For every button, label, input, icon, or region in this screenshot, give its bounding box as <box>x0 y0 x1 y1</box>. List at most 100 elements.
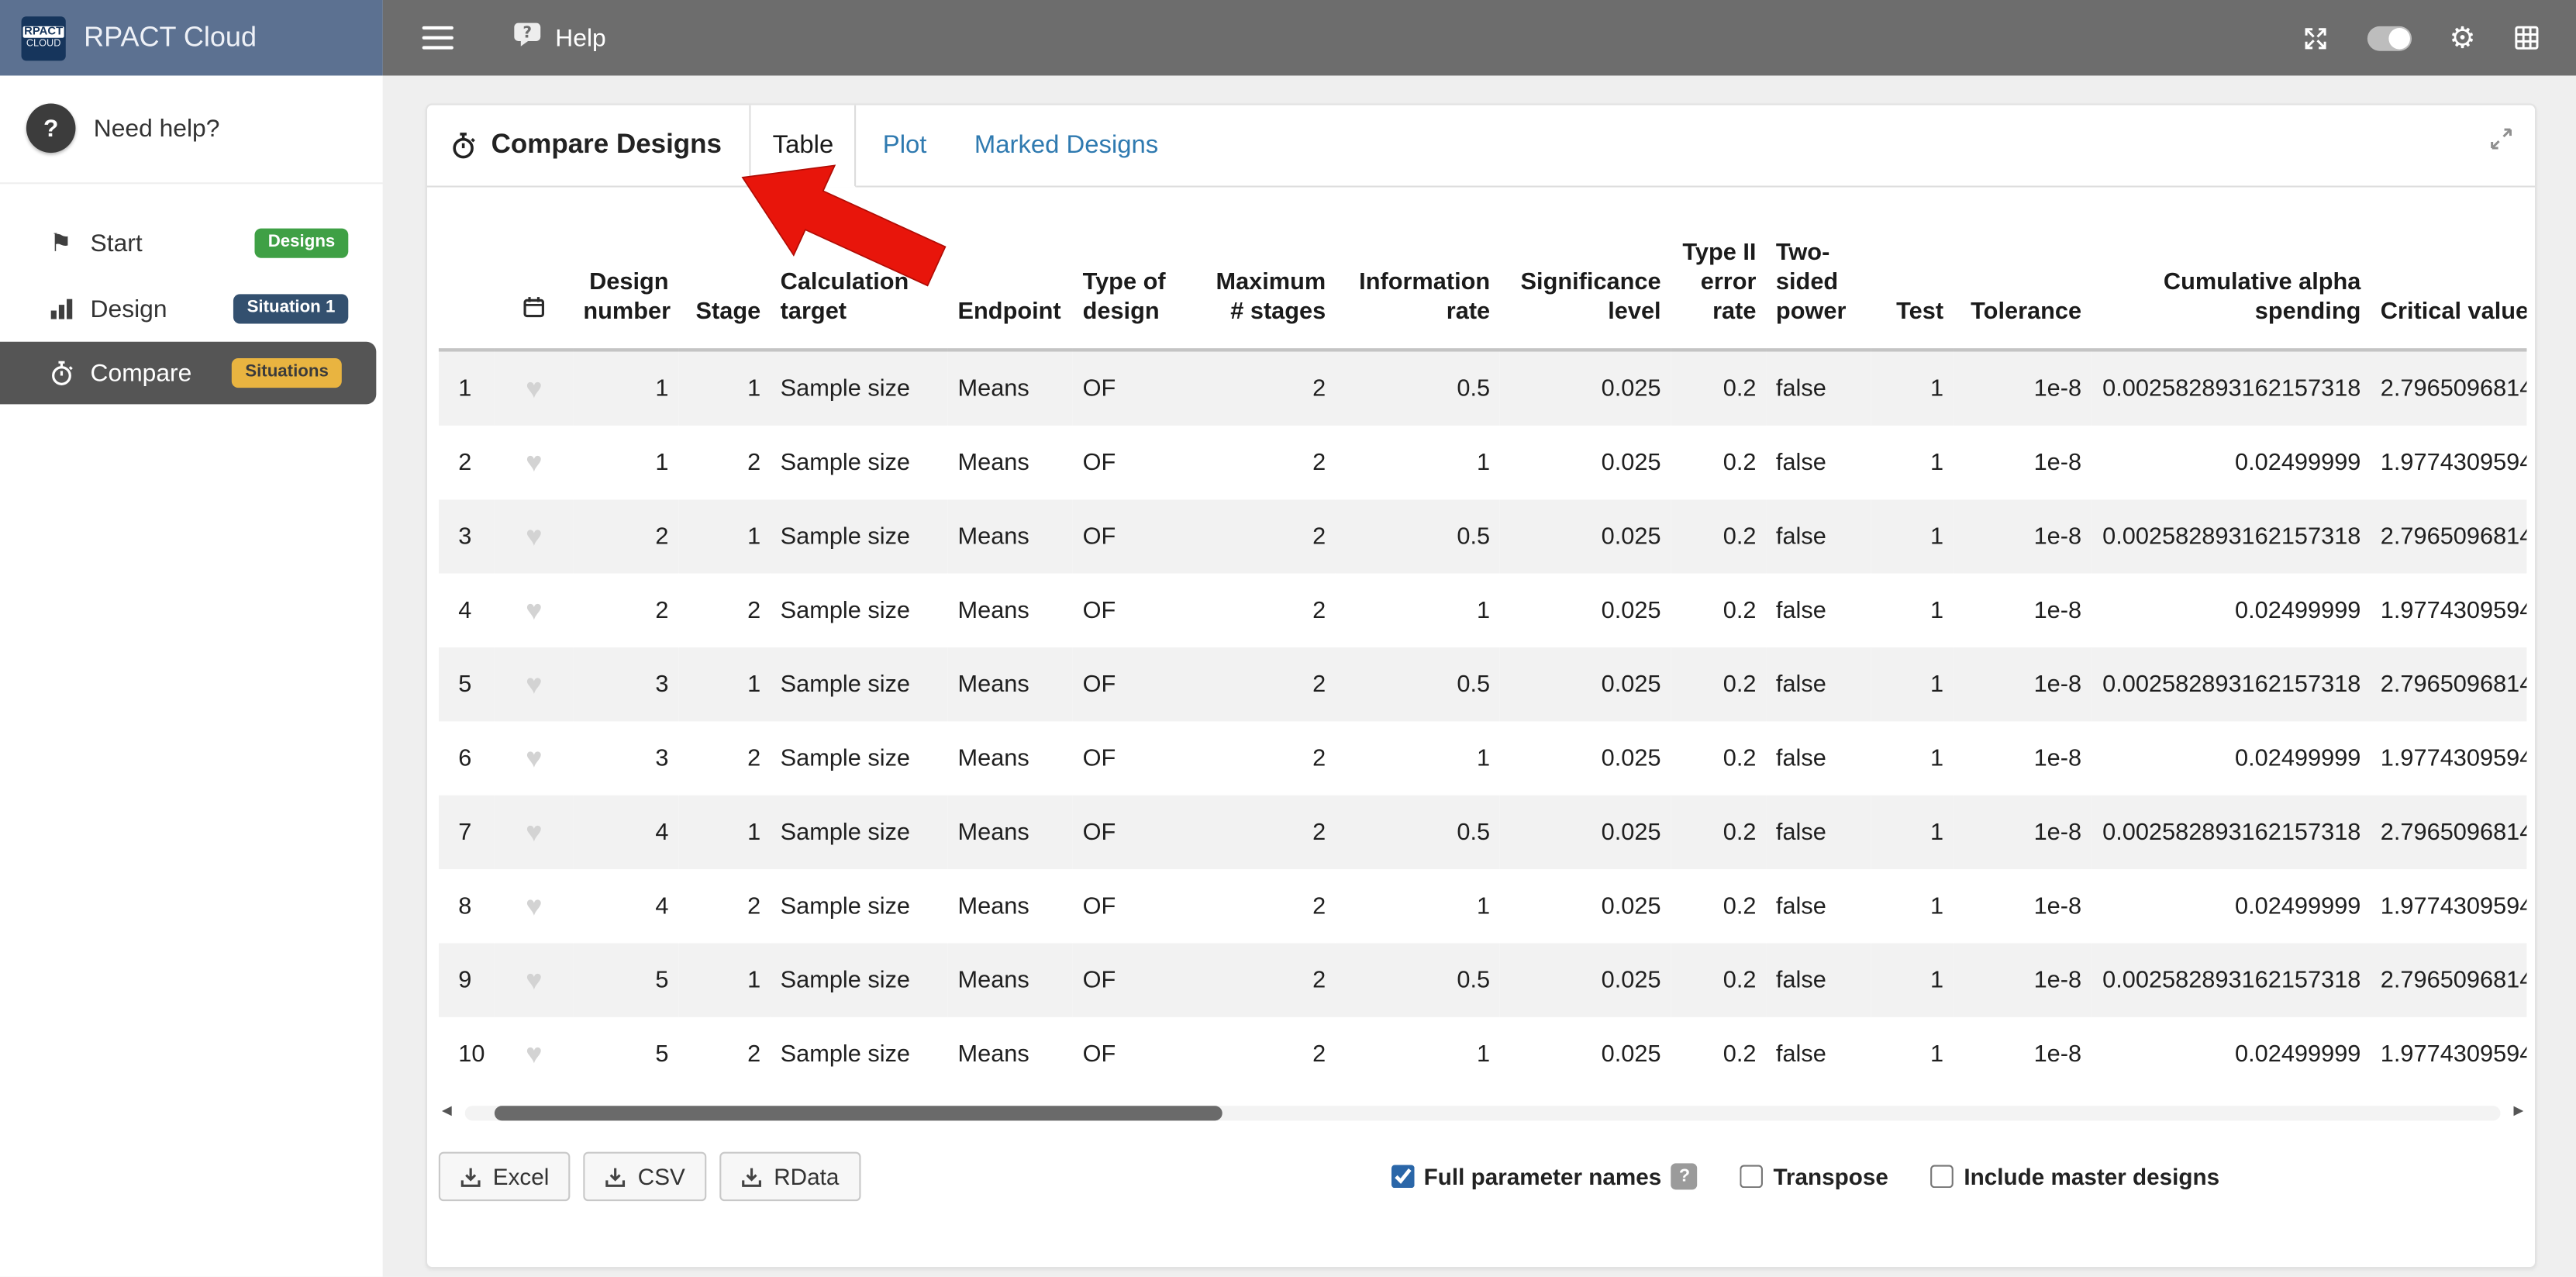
table-cell: 1e-8 <box>1954 722 2091 796</box>
column-header-cumulative-alpha-spending[interactable]: Cumulative alpha spending <box>2091 225 2371 350</box>
column-header-maximum-stages[interactable]: Maximum # stages <box>1191 225 1335 350</box>
table-cell: 0.002582893162157318 <box>2091 500 2371 574</box>
table-cell: false <box>1766 574 1871 647</box>
tab-marked-designs[interactable]: Marked Designs <box>953 105 1179 186</box>
favorite-heart-icon[interactable]: ♥ <box>526 816 542 847</box>
table-row[interactable]: 9♥51Sample sizeMeansOF20.50.0250.2false1… <box>439 944 2527 1017</box>
table-row[interactable]: 5♥31Sample sizeMeansOF20.50.0250.2false1… <box>439 648 2527 722</box>
column-header-design-number[interactable]: Design number <box>574 225 679 350</box>
need-help-item[interactable]: ? Need help? <box>0 75 383 184</box>
table-cell: 1 <box>1871 500 1954 574</box>
scrollbar-track[interactable] <box>465 1106 2501 1120</box>
column-header-significance-level[interactable]: Significance level <box>1500 225 1671 350</box>
table-cell: 1e-8 <box>1954 648 2091 722</box>
table-cell: 0.2 <box>1671 648 1766 722</box>
excel-button-label: Excel <box>493 1164 550 1190</box>
table-cell: ♥ <box>495 722 574 796</box>
favorite-heart-icon[interactable]: ♥ <box>526 890 542 921</box>
table-cell: 1e-8 <box>1954 350 2091 426</box>
column-header-calculation-target[interactable]: Calculation target <box>771 225 948 350</box>
table-cell: 0.002582893162157318 <box>2091 350 2371 426</box>
table-cell: 0.2 <box>1671 500 1766 574</box>
include-master-designs-option[interactable]: Include master designs <box>1931 1164 2219 1190</box>
include-master-designs-checkbox[interactable] <box>1931 1165 1954 1189</box>
table-cell: Means <box>948 500 1073 574</box>
favorite-heart-icon[interactable]: ♥ <box>526 743 542 774</box>
favorite-heart-icon[interactable]: ♥ <box>526 373 542 404</box>
scroll-right-icon[interactable]: ► <box>2510 1105 2526 1121</box>
table-row[interactable]: 2♥12Sample sizeMeansOF210.0250.2false11e… <box>439 426 2527 500</box>
table-cell: 2 <box>1191 350 1335 426</box>
sidebar-item-start[interactable]: ⚑ Start Designs <box>0 210 383 276</box>
table-cell: 2 <box>574 574 679 647</box>
table-cell: OF <box>1073 722 1191 796</box>
tab-table[interactable]: Table <box>750 105 857 188</box>
excel-export-button[interactable]: Excel <box>439 1152 571 1202</box>
table-row[interactable]: 3♥21Sample sizeMeansOF20.50.0250.2false1… <box>439 500 2527 574</box>
favorite-heart-icon[interactable]: ♥ <box>526 1038 542 1069</box>
table-row[interactable]: 10♥52Sample sizeMeansOF210.0250.2false11… <box>439 1018 2527 1092</box>
column-header-type-of-design[interactable]: Type of design <box>1073 225 1191 350</box>
app-title: RPACT Cloud <box>84 22 257 54</box>
option-help-icon[interactable]: ? <box>1671 1164 1698 1190</box>
table-cell: 1e-8 <box>1954 1018 2091 1092</box>
table-cell: 1 <box>1336 722 1500 796</box>
scrollbar-thumb[interactable] <box>495 1106 1222 1120</box>
table-cell: 2 <box>574 500 679 574</box>
table-cell: 5 <box>574 1018 679 1092</box>
table-row[interactable]: 7♥41Sample sizeMeansOF20.50.0250.2false1… <box>439 796 2527 870</box>
transpose-checkbox[interactable] <box>1740 1165 1764 1189</box>
full-parameter-names-option[interactable]: Full parameter names ? <box>1391 1164 1698 1190</box>
column-header-critical-value[interactable]: Critical value <box>2371 225 2526 350</box>
favorite-heart-icon[interactable]: ♥ <box>526 668 542 699</box>
row-index-cell: 2 <box>439 426 495 500</box>
table-grid-icon[interactable] <box>2513 25 2540 51</box>
sidebar-item-compare[interactable]: Compare Situations <box>0 342 376 405</box>
scroll-left-icon[interactable]: ◄ <box>439 1105 455 1121</box>
table-row[interactable]: 4♥22Sample sizeMeansOF210.0250.2false11e… <box>439 574 2527 647</box>
favorite-heart-icon[interactable]: ♥ <box>526 965 542 996</box>
table-row[interactable]: 6♥32Sample sizeMeansOF210.0250.2false11e… <box>439 722 2527 796</box>
table-cell: 0.025 <box>1500 870 1671 944</box>
hamburger-menu-icon[interactable] <box>422 19 453 56</box>
card-expand-icon[interactable] <box>2489 126 2514 153</box>
column-header-two-sided-power[interactable]: Two-sided power <box>1766 225 1871 350</box>
theme-toggle-switch[interactable] <box>2367 26 2412 50</box>
column-header-information-rate[interactable]: Information rate <box>1336 225 1500 350</box>
fullscreen-icon[interactable] <box>2302 24 2329 52</box>
table-cell: Means <box>948 426 1073 500</box>
column-header-tolerance[interactable]: Tolerance <box>1954 225 2091 350</box>
csv-export-button[interactable]: CSV <box>584 1152 707 1202</box>
table-cell: 2.79650968146 <box>2371 944 2526 1017</box>
table-cell: Means <box>948 796 1073 870</box>
table-cell: ♥ <box>495 796 574 870</box>
favorite-heart-icon[interactable]: ♥ <box>526 595 542 626</box>
rdata-export-button[interactable]: RData <box>719 1152 860 1202</box>
full-parameter-names-checkbox[interactable] <box>1391 1165 1414 1189</box>
favorite-heart-icon[interactable]: ♥ <box>526 521 542 552</box>
favorite-heart-icon[interactable]: ♥ <box>526 447 542 478</box>
settings-gear-icon[interactable]: ⚙ <box>2450 23 2476 53</box>
app-viewport: RPACT CLOUD RPACT Cloud ? Help ⚙ <box>0 0 2576 1277</box>
table-cell: 2 <box>1191 574 1335 647</box>
situations-badge: Situations <box>232 358 341 387</box>
compare-designs-card: Compare Designs Table Plot Marked Design… <box>426 104 2536 1269</box>
need-help-label: Need help? <box>94 114 220 142</box>
tab-plot[interactable]: Plot <box>861 105 948 186</box>
column-header-stage[interactable]: Stage <box>678 225 771 350</box>
column-header-test[interactable]: Test <box>1871 225 1954 350</box>
row-index-cell: 10 <box>439 1018 495 1092</box>
table-cell: 1e-8 <box>1954 796 2091 870</box>
table-cell: 0.02499999 <box>2091 722 2371 796</box>
column-header-endpoint[interactable]: Endpoint <box>948 225 1073 350</box>
table-cell: 2 <box>1191 870 1335 944</box>
favorites-column-header[interactable] <box>495 225 574 350</box>
help-menu-item[interactable]: ? Help <box>512 22 605 54</box>
transpose-option[interactable]: Transpose <box>1740 1164 1888 1190</box>
column-header-type2-error-rate[interactable]: Type II error rate <box>1671 225 1766 350</box>
table-row[interactable]: 1♥11Sample sizeMeansOF20.50.0250.2false1… <box>439 350 2527 426</box>
table-cell: ♥ <box>495 426 574 500</box>
table-row[interactable]: 8♥42Sample sizeMeansOF210.0250.2false11e… <box>439 870 2527 944</box>
designs-table-container: Design number Stage Calculation target E… <box>439 225 2527 1092</box>
sidebar-item-design[interactable]: Design Situation 1 <box>0 276 383 342</box>
